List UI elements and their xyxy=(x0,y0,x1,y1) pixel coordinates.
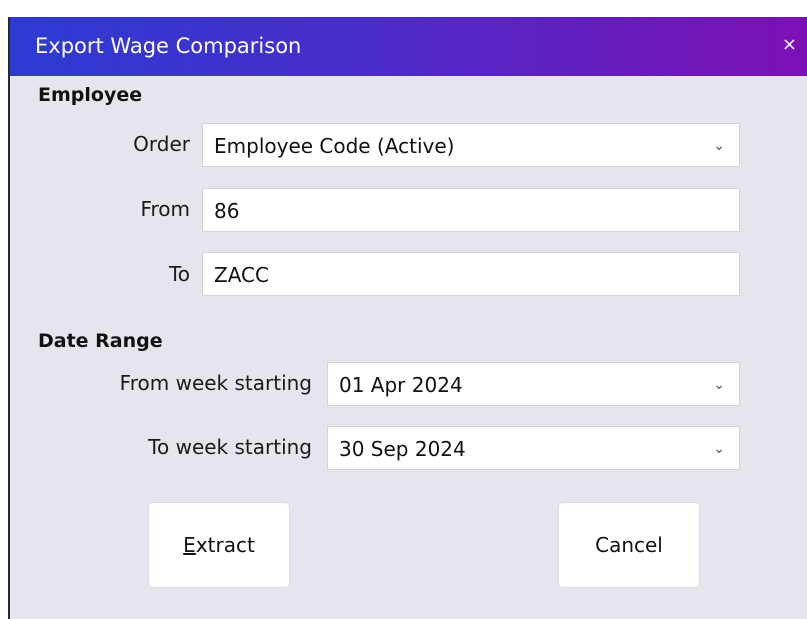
to-week-label: To week starting xyxy=(148,435,312,459)
order-label: Order xyxy=(133,132,190,156)
chevron-down-icon: ⌄ xyxy=(713,377,725,393)
employee-to-input[interactable]: ZACC xyxy=(202,252,740,296)
title-bar[interactable]: Export Wage Comparison × xyxy=(10,17,807,76)
order-select-value: Employee Code (Active) xyxy=(214,134,455,158)
to-week-select[interactable]: 30 Sep 2024 ⌄ xyxy=(327,426,740,470)
employee-to-label: To xyxy=(168,262,190,286)
employee-from-input[interactable]: 86 xyxy=(202,188,740,232)
employee-to-value: ZACC xyxy=(214,263,269,287)
cancel-button[interactable]: Cancel xyxy=(558,502,700,588)
extract-mnemonic: E xyxy=(183,533,196,557)
employee-section-heading: Employee xyxy=(38,84,143,106)
date-range-section-heading: Date Range xyxy=(38,330,163,352)
from-week-label: From week starting xyxy=(119,371,312,395)
employee-from-value: 86 xyxy=(214,199,240,223)
dialog-title: Export Wage Comparison xyxy=(35,34,302,58)
from-week-value: 01 Apr 2024 xyxy=(339,373,463,397)
extract-button-label: Extract xyxy=(183,503,255,587)
extract-label-rest: xtract xyxy=(195,533,255,557)
extract-button[interactable]: Extract xyxy=(148,502,290,588)
order-select[interactable]: Employee Code (Active) ⌄ xyxy=(202,123,740,167)
employee-from-label: From xyxy=(140,197,190,221)
from-week-select[interactable]: 01 Apr 2024 ⌄ xyxy=(327,362,740,406)
to-week-value: 30 Sep 2024 xyxy=(339,437,466,461)
chevron-down-icon: ⌄ xyxy=(713,138,725,154)
close-icon[interactable]: × xyxy=(782,34,797,56)
export-wage-comparison-dialog: Export Wage Comparison × Employee Order … xyxy=(8,17,807,619)
chevron-down-icon: ⌄ xyxy=(713,441,725,457)
cancel-button-label: Cancel xyxy=(595,533,663,557)
